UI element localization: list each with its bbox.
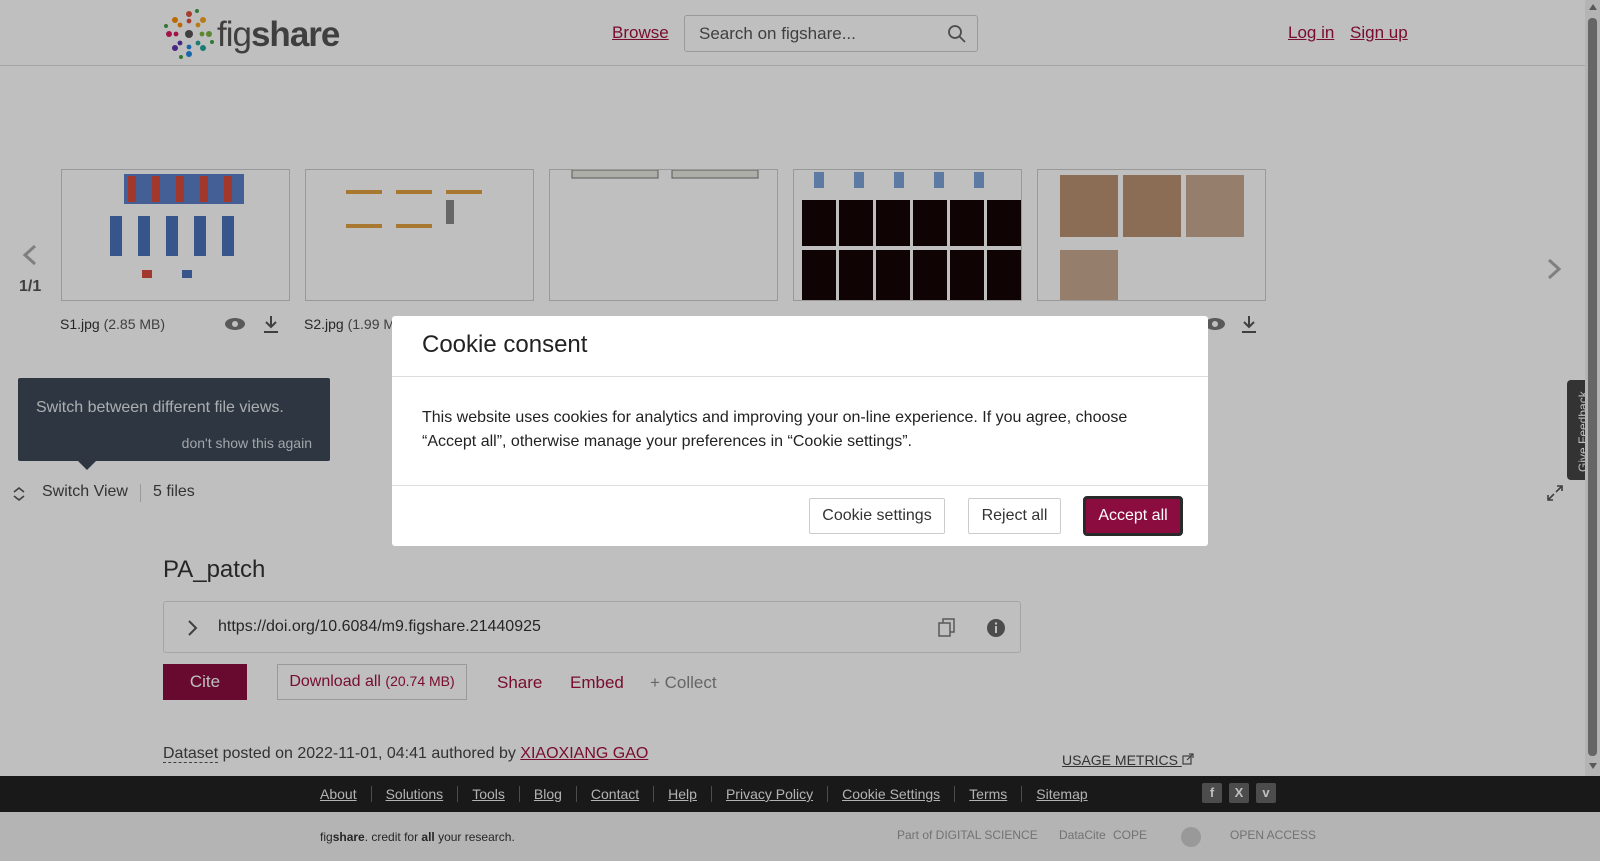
dialog-title: Cookie consent	[422, 331, 588, 358]
accept-all-button[interactable]: Accept all	[1083, 496, 1183, 536]
divider	[392, 485, 1208, 486]
divider	[392, 376, 1208, 377]
dialog-body: This website uses cookies for analytics …	[422, 409, 1128, 450]
cookie-consent-dialog: Cookie consent This website uses cookies…	[392, 316, 1208, 546]
cookie-settings-button[interactable]: Cookie settings	[809, 498, 945, 534]
reject-all-button[interactable]: Reject all	[968, 498, 1061, 534]
